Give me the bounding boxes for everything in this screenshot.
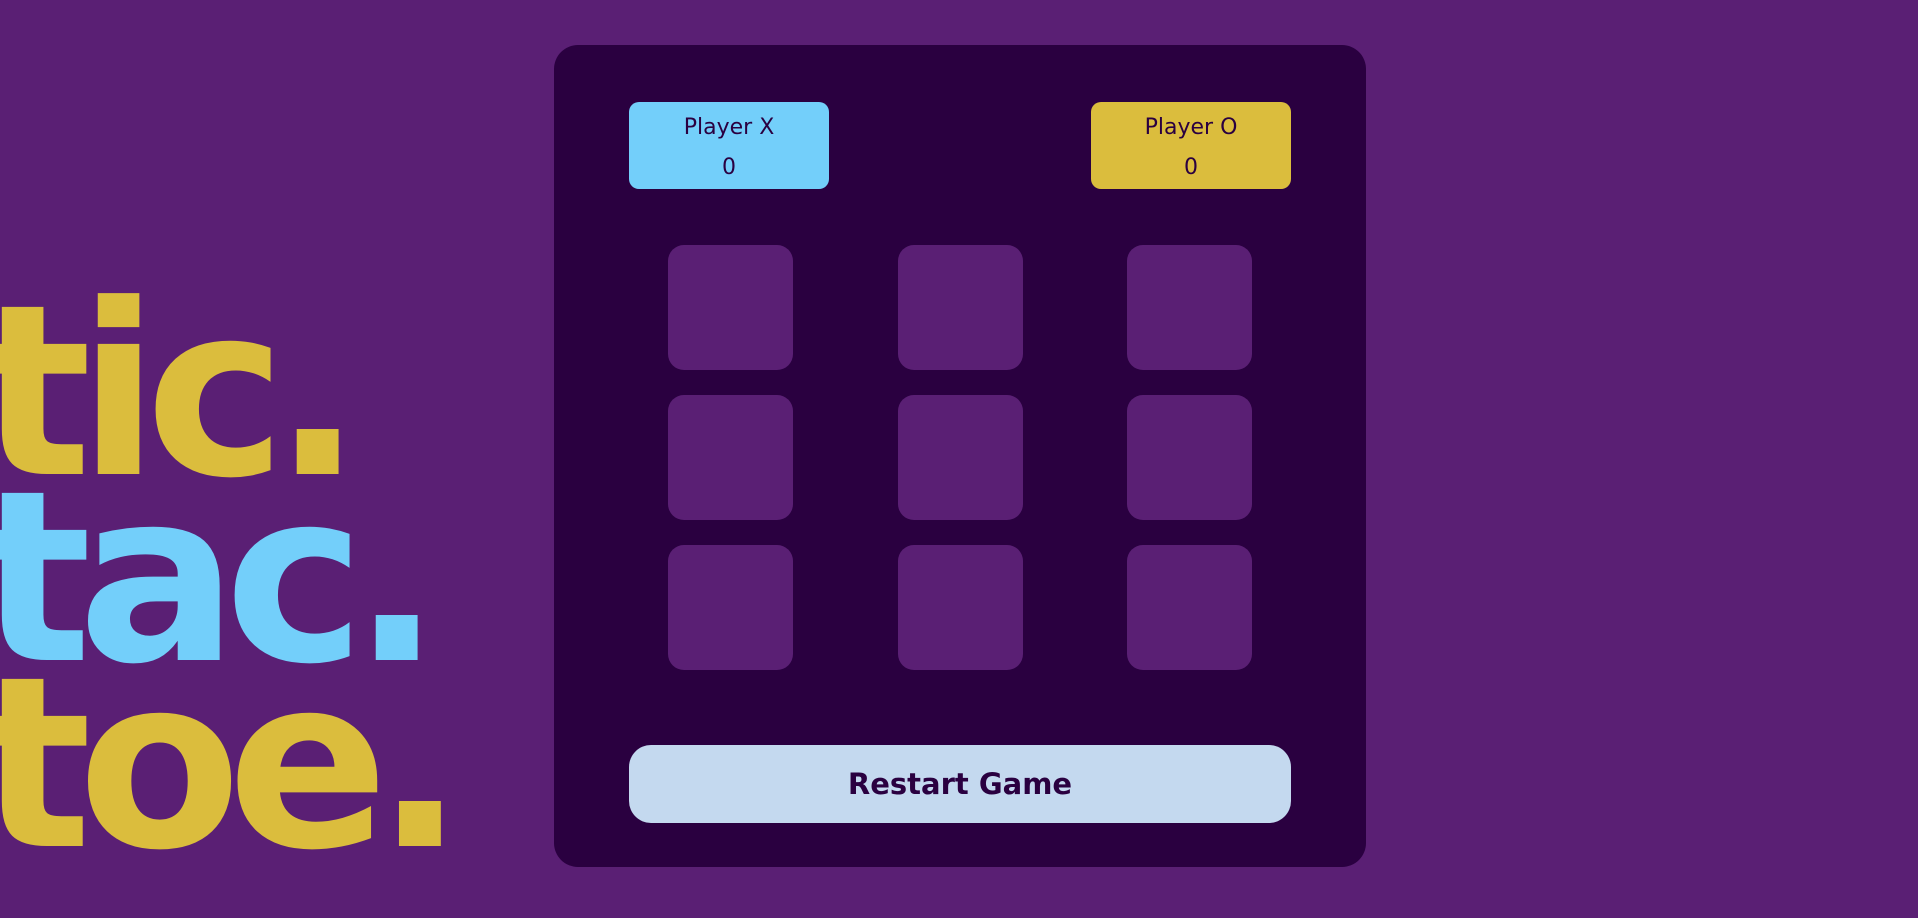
- game-panel: Player X 0 Player O 0 Restart Game: [554, 45, 1366, 867]
- board-cell-6[interactable]: [1127, 395, 1252, 520]
- logo-line-toe: toe.: [0, 626, 465, 903]
- board-cell-7[interactable]: [668, 545, 793, 670]
- player-x-label: Player X: [683, 115, 775, 140]
- board-cell-5[interactable]: [898, 395, 1023, 520]
- board-cell-9[interactable]: [1127, 545, 1252, 670]
- game-board: [668, 245, 1252, 671]
- board-cell-8[interactable]: [898, 545, 1023, 670]
- player-x-score-card: Player X 0: [629, 102, 829, 189]
- player-x-score: 0: [722, 155, 736, 180]
- board-cell-3[interactable]: [1127, 245, 1252, 370]
- player-o-score: 0: [1184, 155, 1198, 180]
- player-o-label: Player O: [1144, 115, 1238, 140]
- board-cell-4[interactable]: [668, 395, 793, 520]
- board-cell-1[interactable]: [668, 245, 793, 370]
- player-o-score-card: Player O 0: [1091, 102, 1291, 189]
- tic-tac-toe-logo: tic. tac. toe.: [0, 274, 465, 903]
- restart-game-button[interactable]: Restart Game: [629, 745, 1291, 823]
- board-cell-2[interactable]: [898, 245, 1023, 370]
